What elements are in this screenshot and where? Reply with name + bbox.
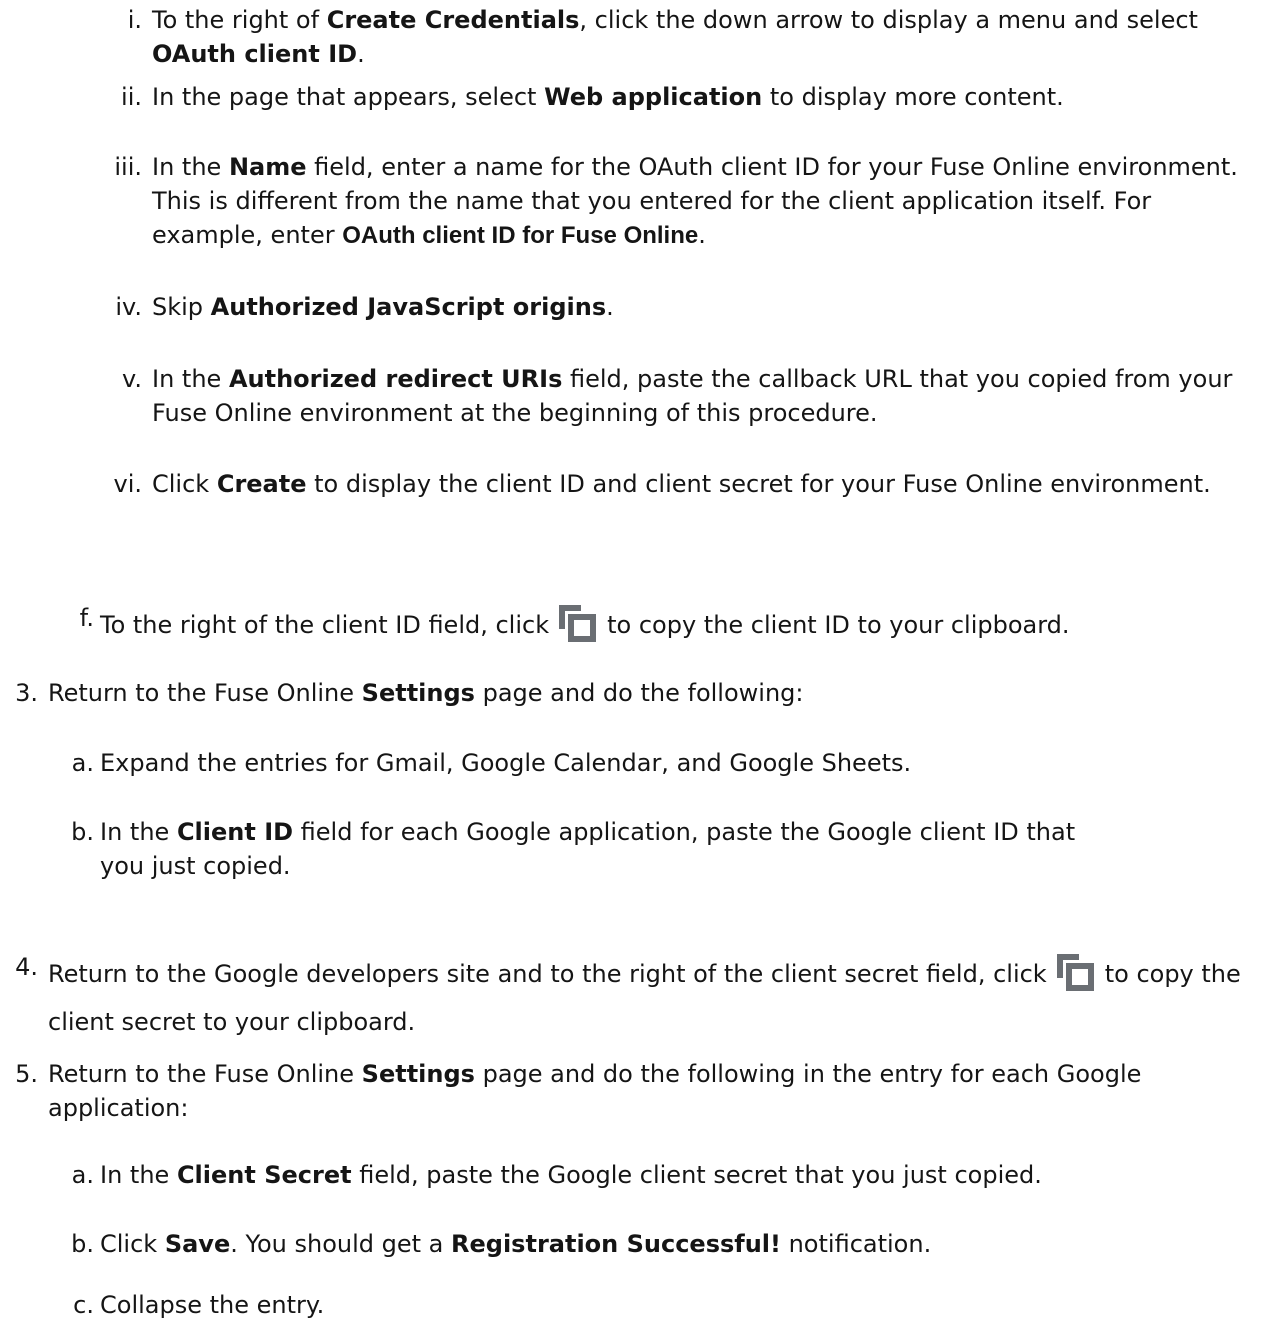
step-text: Expand the entries for Gmail, Google Cal… [100, 749, 912, 777]
step-text: to copy the client ID to your clipboard. [607, 611, 1070, 639]
step-text: . [698, 221, 706, 249]
step-text: Collapse the entry. [100, 1291, 325, 1319]
ui-label-settings: Settings [361, 1060, 475, 1088]
list-item-4: 4. Return to the Google developers site … [15, 950, 1263, 1039]
copy-icon [1053, 950, 1099, 1005]
list-item-e-ii: ii. In the page that appears, select Web… [121, 80, 1232, 114]
step-text: In the [152, 153, 229, 181]
example-value: OAuth client ID for Fuse Online [342, 222, 699, 249]
ui-label-client-secret: Client Secret [176, 1161, 352, 1189]
step-text: . [606, 293, 614, 321]
list-item-3: 3. Return to the Fuse Online Settings pa… [15, 676, 1198, 710]
ui-label-name: Name [228, 153, 307, 181]
step-text: to display more content. [762, 83, 1064, 111]
list-item-e-vi: vi. Click Create to display the client I… [114, 467, 1247, 501]
list-marker: vi. [113, 470, 143, 498]
step-text: , click the down arrow to display a menu… [579, 6, 1198, 34]
ui-label-registration-successful: Registration Successful! [451, 1230, 781, 1258]
step-text: notification. [780, 1230, 932, 1258]
step-text: Skip [152, 293, 211, 321]
ui-label-client-id: Client ID [176, 818, 294, 846]
list-item-5c: c. Collapse the entry. [73, 1288, 1200, 1322]
list-item-e-i: i. To the right of Create Credentials, c… [128, 3, 1232, 71]
step-text: Return to the Fuse Online [48, 679, 362, 707]
list-marker: f. [79, 604, 94, 632]
list-marker: 5. [15, 1060, 38, 1088]
step-text: page and do the following: [474, 679, 804, 707]
step-text: To the right of [152, 6, 327, 34]
list-marker: ii. [121, 83, 142, 111]
list-item-e-iv: iv. Skip Authorized JavaScript origins. [115, 290, 1232, 324]
document-page: { "steps": { "e_i": { "marker": "i.", "t… [0, 0, 1265, 1323]
ui-label-web-application: Web application [544, 83, 763, 111]
step-text: . You should get a [230, 1230, 452, 1258]
list-marker: b. [71, 1230, 94, 1258]
list-marker: i. [127, 6, 142, 34]
ui-label-settings: Settings [361, 679, 475, 707]
list-item-e-iii: iii. In the Name field, enter a name for… [114, 150, 1242, 253]
list-item-5: 5. Return to the Fuse Online Settings pa… [15, 1057, 1198, 1125]
list-marker: a. [71, 1161, 94, 1189]
list-item-3a: a. Expand the entries for Gmail, Google … [72, 746, 1200, 780]
ui-label-oauth-client-id: OAuth client ID [152, 40, 358, 68]
step-text: Click [100, 1230, 165, 1258]
step-text: In the [152, 365, 229, 393]
step-text: Click [152, 470, 217, 498]
list-item-e-v: v. In the Authorized redirect URIs field… [122, 362, 1242, 430]
list-item-f: f. To the right of the client ID field, … [80, 601, 1200, 656]
step-text: In the page that appears, select [152, 83, 545, 111]
list-item-5a: a. In the Client Secret field, paste the… [72, 1158, 1200, 1192]
copy-icon [555, 601, 601, 656]
ui-label-authorized-js-origins: Authorized JavaScript origins [210, 293, 607, 321]
list-marker: iii. [114, 153, 142, 181]
list-marker: a. [71, 749, 94, 777]
step-text: field, paste the Google client secret th… [351, 1161, 1042, 1189]
list-marker: 3. [15, 679, 38, 707]
list-item-5b: b. Click Save. You should get a Registra… [71, 1227, 1200, 1261]
step-text: Return to the Fuse Online [48, 1060, 362, 1088]
list-item-3b: b. In the Client ID field for each Googl… [71, 815, 1120, 883]
step-text: In the [100, 1161, 177, 1189]
step-text: . [357, 40, 365, 68]
list-marker: c. [73, 1291, 94, 1319]
ui-label-save: Save [164, 1230, 231, 1258]
ui-label-create: Create [216, 470, 307, 498]
step-text: In the [100, 818, 177, 846]
step-text: to display the client ID and client secr… [306, 470, 1211, 498]
list-marker: iv. [115, 293, 142, 321]
list-marker: b. [71, 818, 94, 846]
list-marker: v. [122, 365, 142, 393]
ui-label-authorized-redirect-uris: Authorized redirect URIs [228, 365, 563, 393]
step-text: Return to the Google developers site and… [48, 960, 1047, 988]
ui-label-create-credentials: Create Credentials [326, 6, 580, 34]
list-marker: 4. [15, 953, 38, 981]
step-text: To the right of the client ID field, cli… [100, 611, 550, 639]
